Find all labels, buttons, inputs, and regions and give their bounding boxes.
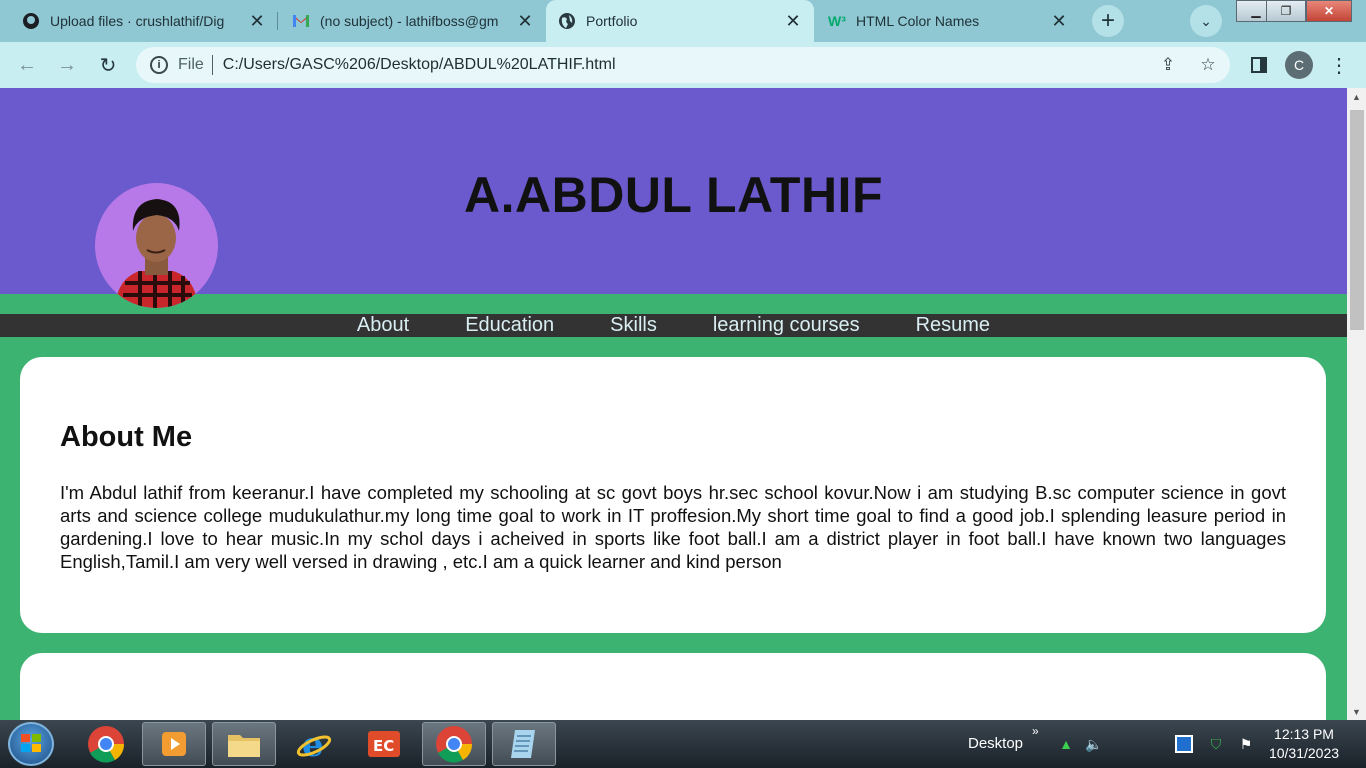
ec-app-icon: EC bbox=[368, 731, 400, 757]
clock-date: 10/31/2023 bbox=[1268, 745, 1340, 761]
nav-resume[interactable]: Resume bbox=[888, 314, 1018, 337]
address-bar[interactable]: i File C:/Users/GASC%206/Desktop/ABDUL%2… bbox=[136, 47, 1230, 83]
tab-search-button[interactable]: ⌄ bbox=[1190, 5, 1222, 37]
nav-learning-courses[interactable]: learning courses bbox=[685, 314, 888, 337]
star-icon[interactable]: ☆ bbox=[1196, 53, 1220, 77]
tab-title: Upload files · crushlathif/Dig bbox=[50, 13, 225, 29]
url-text[interactable]: C:/Users/GASC%206/Desktop/ABDUL%20LATHIF… bbox=[223, 56, 616, 74]
tab-title: HTML Color Names bbox=[856, 13, 980, 29]
taskbar-chrome-active[interactable] bbox=[422, 722, 486, 766]
close-icon[interactable]: ✕ bbox=[784, 11, 802, 32]
taskbar-app-ec[interactable]: EC bbox=[352, 722, 416, 766]
close-icon[interactable]: ✕ bbox=[248, 11, 266, 32]
taskbar-media-player[interactable] bbox=[142, 722, 206, 766]
gmail-icon bbox=[292, 12, 310, 30]
side-panel-icon bbox=[1251, 57, 1267, 73]
app-tray-icon[interactable] bbox=[1174, 734, 1194, 754]
notepad-icon bbox=[511, 730, 535, 758]
close-icon[interactable]: ✕ bbox=[1050, 11, 1068, 32]
nav-skills[interactable]: Skills bbox=[582, 314, 685, 337]
maximize-button[interactable]: ❐ bbox=[1266, 0, 1306, 22]
info-icon[interactable]: i bbox=[150, 56, 168, 74]
nav-education[interactable]: Education bbox=[437, 314, 582, 337]
arrow-left-icon: ← bbox=[17, 53, 37, 76]
restore-icon: ❐ bbox=[1280, 4, 1292, 18]
svg-text:EC: EC bbox=[373, 737, 394, 755]
taskbar-chrome[interactable] bbox=[74, 722, 138, 766]
taskbar: e EC Desktop » ▲ 🔈 ⛉ ⚑ 12:13 PM 10/31/20… bbox=[0, 720, 1366, 768]
arrow-right-icon: → bbox=[57, 53, 77, 76]
forward-button[interactable]: → bbox=[52, 50, 82, 80]
profile-avatar[interactable]: C bbox=[1285, 51, 1313, 79]
more-vert-icon: ⋮ bbox=[1329, 54, 1349, 77]
start-button[interactable] bbox=[8, 722, 54, 766]
about-text: I'm Abdul lathif from keeranur.I have co… bbox=[60, 482, 1286, 572]
taskbar-internet-explorer[interactable]: e bbox=[282, 722, 346, 766]
reload-button[interactable]: ↻ bbox=[93, 50, 123, 80]
close-icon: ✕ bbox=[1323, 4, 1335, 18]
tab-gmail[interactable]: (no subject) - lathifboss@gm ✕ bbox=[280, 0, 546, 42]
chevron-right-icon[interactable]: » bbox=[1032, 724, 1039, 738]
next-section bbox=[20, 653, 1326, 720]
taskbar-explorer[interactable] bbox=[212, 722, 276, 766]
system-clock[interactable]: 12:13 PM 10/31/2023 bbox=[1262, 725, 1346, 763]
media-player-icon bbox=[162, 732, 186, 756]
action-center-icon[interactable]: ⚑ bbox=[1236, 734, 1256, 754]
tab-github[interactable]: Upload files · crushlathif/Dig ✕ bbox=[10, 0, 278, 42]
folder-icon bbox=[228, 735, 260, 757]
minimize-icon: ▁ bbox=[1251, 4, 1261, 18]
network-icon[interactable]: ▲ bbox=[1056, 734, 1076, 754]
divider bbox=[211, 55, 213, 75]
page-viewport: A.ABDUL LATHIF About Education Skills le… bbox=[0, 88, 1347, 720]
about-heading: About Me bbox=[60, 421, 193, 453]
tab-portfolio[interactable]: Portfolio ✕ bbox=[546, 0, 814, 42]
browser-toolbar: ← → ↻ i File C:/Users/GASC%206/Desktop/A… bbox=[0, 42, 1366, 88]
window-close-button[interactable]: ✕ bbox=[1306, 0, 1352, 22]
chrome-icon bbox=[88, 726, 125, 763]
chevron-down-icon: ⌄ bbox=[1200, 12, 1212, 29]
page-scrollbar[interactable]: ▲ ▼ bbox=[1347, 88, 1366, 720]
ie-icon: e bbox=[296, 726, 332, 762]
profile-photo bbox=[95, 183, 218, 308]
back-button[interactable]: ← bbox=[12, 50, 42, 80]
volume-muted-icon[interactable]: 🔈 bbox=[1084, 734, 1104, 754]
taskbar-notepad[interactable] bbox=[492, 722, 556, 766]
main-nav: About Education Skills learning courses … bbox=[0, 314, 1347, 337]
menu-button[interactable]: ⋮ bbox=[1324, 50, 1354, 80]
about-section: About Me I'm Abdul lathif from keeranur.… bbox=[20, 357, 1326, 633]
scroll-up-icon[interactable]: ▲ bbox=[1347, 88, 1366, 105]
clock-time: 12:13 PM bbox=[1274, 726, 1334, 742]
scrollbar-thumb[interactable] bbox=[1350, 110, 1364, 330]
windows-logo-icon bbox=[21, 734, 41, 752]
w3schools-icon: W³ bbox=[828, 13, 846, 29]
side-panel-button[interactable] bbox=[1244, 50, 1274, 80]
new-tab-button[interactable]: + bbox=[1092, 5, 1124, 37]
close-icon[interactable]: ✕ bbox=[516, 11, 534, 32]
desktop-toolbar-label[interactable]: Desktop bbox=[968, 735, 1023, 752]
globe-icon bbox=[558, 12, 576, 30]
tab-title: Portfolio bbox=[586, 13, 638, 29]
security-shield-icon[interactable]: ⛉ bbox=[1206, 734, 1226, 754]
reload-icon: ↻ bbox=[99, 54, 117, 77]
nav-about[interactable]: About bbox=[329, 314, 437, 337]
scroll-down-icon[interactable]: ▼ bbox=[1347, 703, 1366, 720]
share-icon[interactable]: ⇪ bbox=[1156, 53, 1180, 77]
tab-w3schools[interactable]: W³ HTML Color Names ✕ bbox=[816, 0, 1080, 42]
tab-title: (no subject) - lathifboss@gm bbox=[320, 13, 499, 29]
chrome-icon bbox=[436, 726, 473, 763]
browser-tab-bar: Upload files · crushlathif/Dig ✕ (no sub… bbox=[0, 0, 1366, 42]
github-icon bbox=[22, 12, 40, 30]
url-scheme: File bbox=[178, 56, 204, 73]
